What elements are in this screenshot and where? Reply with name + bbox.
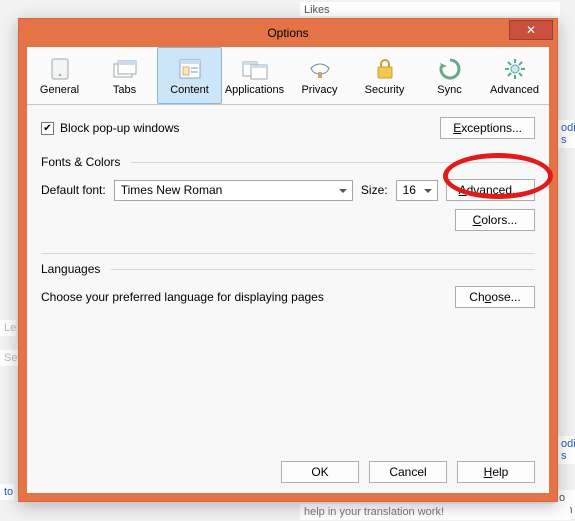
bg-odia2: odia s (557, 436, 575, 464)
category-toolbar: General Tabs Content Applications (27, 47, 549, 105)
tab-advanced[interactable]: Advanced (482, 47, 547, 104)
tab-general[interactable]: General (27, 47, 92, 104)
bg-to: to (0, 484, 14, 500)
tab-security[interactable]: Security (352, 47, 417, 104)
tab-general-label: General (40, 84, 79, 96)
tab-tabs-label: Tabs (113, 84, 136, 96)
block-popups-label[interactable]: ✔ Block pop-up windows (41, 121, 179, 135)
font-size-select[interactable]: 16 (396, 180, 438, 201)
sync-icon (436, 56, 464, 82)
bg-helpline: help in your translation work! (300, 504, 570, 520)
tab-sync-label: Sync (437, 84, 461, 96)
tab-sync[interactable]: Sync (417, 47, 482, 104)
ok-button[interactable]: OK (281, 461, 359, 483)
close-icon: ✕ (526, 23, 536, 37)
font-size-label: Size: (361, 183, 388, 197)
tab-applications[interactable]: Applications (222, 47, 287, 104)
languages-desc: Choose your preferred language for displ… (41, 290, 324, 304)
privacy-icon (306, 56, 334, 82)
options-dialog: Options ✕ General Tabs Con (18, 18, 558, 502)
bg-odia1: odia s (557, 120, 575, 148)
tab-content[interactable]: Content (157, 47, 222, 104)
languages-label: Languages (41, 262, 100, 276)
colors-button[interactable]: Colors... (455, 209, 535, 231)
cancel-button[interactable]: Cancel (369, 461, 447, 483)
block-popups-text: Block pop-up windows (60, 121, 179, 135)
font-size-value: 16 (403, 183, 416, 197)
close-button[interactable]: ✕ (509, 20, 553, 40)
default-font-value: Times New Roman (121, 183, 223, 197)
bg-sele: Sele (0, 350, 18, 366)
block-popups-checkbox[interactable]: ✔ (41, 122, 54, 135)
tab-tabs[interactable]: Tabs (92, 47, 157, 104)
tab-advanced-label: Advanced (490, 84, 539, 96)
dialog-footer: OK Cancel Help (41, 451, 535, 483)
tab-privacy-label: Privacy (301, 84, 337, 96)
fonts-colors-group: Fonts & Colors (41, 155, 535, 169)
tabs-icon (111, 56, 139, 82)
languages-group: Languages (41, 262, 535, 276)
advanced-icon (501, 56, 529, 82)
security-icon (371, 56, 399, 82)
fonts-colors-label: Fonts & Colors (41, 155, 120, 169)
applications-icon (241, 56, 269, 82)
tab-security-label: Security (365, 84, 405, 96)
tab-content-label: Content (170, 84, 209, 96)
content-panel: ✔ Block pop-up windows Exceptions... Fon… (27, 105, 549, 493)
default-font-select[interactable]: Times New Roman (114, 180, 353, 201)
bg-likes: Likes (300, 2, 560, 16)
general-icon (46, 56, 74, 82)
tab-privacy[interactable]: Privacy (287, 47, 352, 104)
help-button[interactable]: Help (457, 461, 535, 483)
bg-le: Le (0, 320, 16, 336)
content-icon (176, 56, 204, 82)
default-font-label: Default font: (41, 183, 106, 197)
choose-language-button[interactable]: Choose... (455, 286, 535, 308)
separator (41, 253, 535, 254)
window-title: Options (19, 26, 557, 40)
fonts-advanced-button[interactable]: Advanced... (446, 179, 535, 201)
exceptions-button[interactable]: Exceptions... (440, 117, 535, 139)
tab-applications-label: Applications (225, 84, 284, 96)
titlebar: Options ✕ (19, 19, 557, 47)
